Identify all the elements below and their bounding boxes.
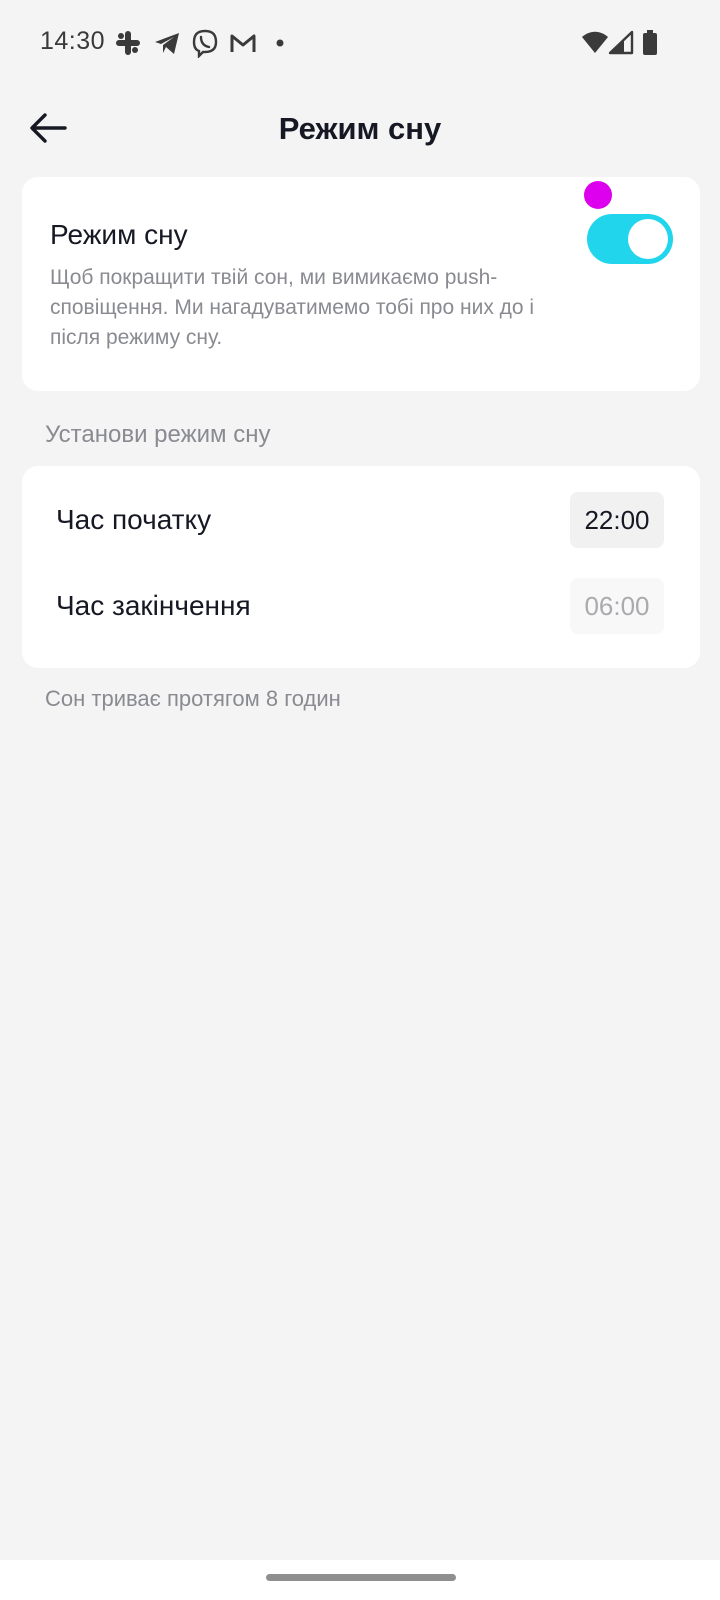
start-time-row[interactable]: Час початку 22:00 — [22, 466, 700, 556]
gmail-icon — [228, 28, 258, 58]
slack-icon — [113, 28, 143, 58]
toggle-knob — [628, 219, 668, 259]
status-bar: 14:30 — [0, 0, 720, 84]
schedule-card: Час початку 22:00 Час закінчення 06:00 — [22, 466, 700, 668]
sleep-mode-description: Щоб покращити твій сон, ми вимикаємо pus… — [50, 266, 535, 349]
home-gesture-handle[interactable] — [266, 1574, 456, 1581]
sleep-mode-toggle[interactable] — [587, 214, 673, 264]
more-dot-icon — [266, 28, 296, 58]
sleep-duration-note: Сон триває протягом 8 годин — [45, 686, 341, 711]
start-time-label: Час початку — [56, 504, 212, 535]
page-title: Режим сну — [278, 111, 442, 146]
end-time-value[interactable]: 06:00 — [570, 578, 664, 634]
schedule-section-label: Установи режим сну — [45, 421, 271, 448]
telegram-icon — [152, 28, 182, 58]
start-time-value[interactable]: 22:00 — [570, 492, 664, 548]
viber-icon — [190, 28, 220, 59]
sleep-mode-card: Режим сну Щоб покращити твій сон, ми вим… — [22, 177, 700, 391]
end-time-row[interactable]: Час закінчення 06:00 — [22, 558, 700, 648]
navigation-bar — [0, 1560, 720, 1600]
end-time-label: Час закінчення — [56, 590, 251, 621]
page-header: Режим сну — [0, 84, 720, 176]
status-time: 14:30 — [40, 27, 106, 55]
sleep-mode-title: Режим сну — [50, 219, 188, 250]
signal-icon — [608, 28, 634, 58]
wifi-icon — [580, 28, 610, 58]
battery-icon — [641, 28, 659, 58]
touch-indicator — [584, 181, 612, 209]
